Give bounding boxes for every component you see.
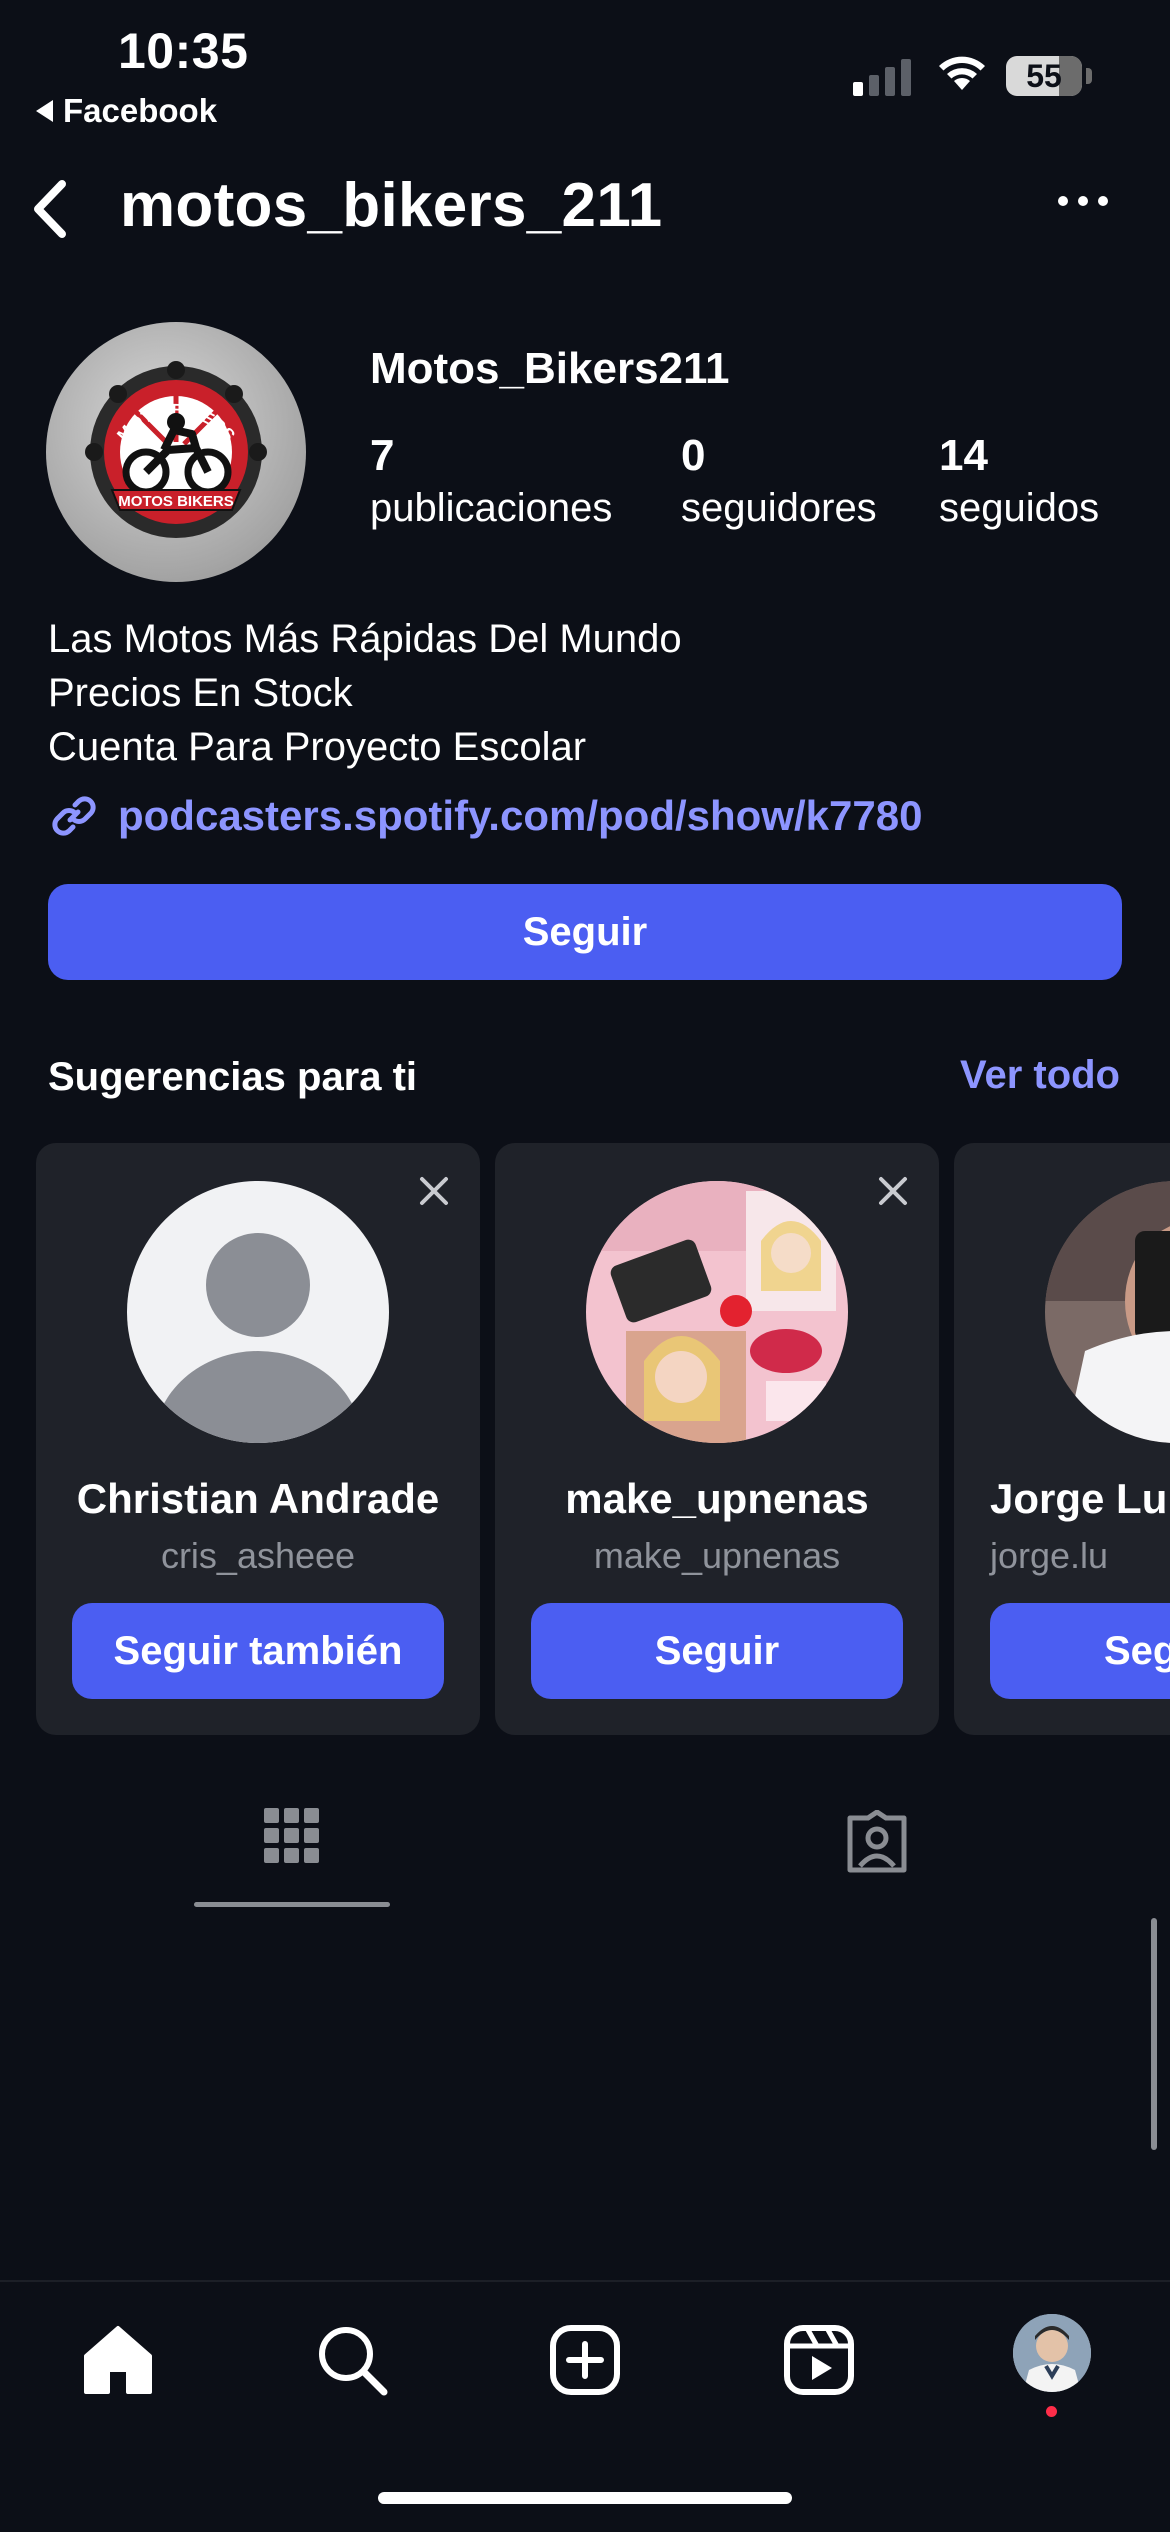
- stat-following[interactable]: 14 seguidos: [939, 430, 1099, 534]
- selfie-photo: [1045, 1181, 1170, 1443]
- moto-bikers-logo-icon: MOTO BIKERS MOTOS BIKERS: [85, 361, 267, 538]
- more-options-icon[interactable]: [1058, 196, 1108, 206]
- suggestion-handle: jorge.lu: [990, 1535, 1109, 1576]
- profile-link[interactable]: podcasters.spotify.com/pod/show/k7780: [48, 790, 922, 842]
- bottom-nav-divider: [0, 2280, 1170, 2282]
- search-icon[interactable]: [312, 2320, 392, 2400]
- follow-button[interactable]: Seg: [990, 1603, 1170, 1699]
- back-to-app-link[interactable]: Facebook: [36, 92, 217, 130]
- profile-link-text: podcasters.spotify.com/pod/show/k7780: [118, 792, 923, 839]
- close-icon[interactable]: [416, 1173, 452, 1209]
- suggestion-avatar[interactable]: [127, 1181, 389, 1443]
- create-icon[interactable]: [545, 2320, 625, 2400]
- see-all-link[interactable]: Ver todo: [960, 1053, 1120, 1098]
- grid-icon[interactable]: [264, 1808, 320, 1878]
- follow-button[interactable]: Seguir: [531, 1603, 903, 1699]
- tagged-icon[interactable]: [844, 1810, 910, 1874]
- cellular-signal-icon: [853, 58, 911, 96]
- collage-photo: [586, 1181, 848, 1443]
- home-icon[interactable]: [78, 2320, 158, 2400]
- home-indicator[interactable]: [378, 2492, 792, 2504]
- battery-icon: 55: [1006, 56, 1082, 96]
- suggestion-card[interactable]: make_upnenas make_upnenas Seguir: [495, 1143, 939, 1735]
- status-time: 10:35: [118, 23, 249, 79]
- profile-avatar-icon[interactable]: [1013, 2314, 1091, 2392]
- close-icon[interactable]: [875, 1173, 911, 1209]
- suggestion-avatar[interactable]: [1045, 1181, 1170, 1443]
- suggestion-card[interactable]: Christian Andrade cris_asheee Seguir tam…: [36, 1143, 480, 1735]
- wifi-icon: [939, 56, 985, 90]
- reels-icon[interactable]: [779, 2320, 859, 2400]
- stat-followers-label: seguidores: [681, 486, 877, 530]
- battery-level: 55: [1026, 57, 1062, 94]
- notification-dot: [1046, 2406, 1057, 2417]
- suggestion-handle: cris_asheee: [160, 1535, 356, 1576]
- nav-avatar-photo: [1013, 2314, 1091, 2392]
- suggestion-avatar[interactable]: [586, 1181, 848, 1443]
- header-username: motos_bikers_211: [120, 171, 663, 240]
- follow-button[interactable]: Seguir: [48, 884, 1122, 980]
- profile-avatar[interactable]: MOTO BIKERS MOTOS BIKERS: [46, 322, 306, 582]
- bio-line: Cuenta Para Proyecto Escolar: [48, 725, 587, 769]
- stat-following-value: 14: [939, 431, 988, 480]
- stat-posts-label: publicaciones: [370, 486, 613, 530]
- back-chevron-icon[interactable]: [24, 178, 82, 240]
- suggestion-handle: make_upnenas: [593, 1535, 841, 1576]
- suggestions-title: Sugerencias para ti: [48, 1055, 418, 1099]
- back-app-label: Facebook: [63, 92, 218, 129]
- logo-bottom-text: MOTOS BIKERS: [118, 493, 234, 510]
- profile-display-name: Motos_Bikers211: [370, 344, 730, 393]
- scrollbar[interactable]: [1151, 1918, 1157, 2150]
- stat-posts[interactable]: 7 publicaciones: [370, 430, 612, 534]
- stat-posts-value: 7: [370, 431, 395, 480]
- default-avatar-icon: [127, 1181, 389, 1443]
- suggestion-name: Christian Andrade: [76, 1475, 440, 1522]
- follow-back-button[interactable]: Seguir también: [72, 1603, 444, 1699]
- suggestion-card[interactable]: Jorge Lu jorge.lu Seg: [954, 1143, 1170, 1735]
- stat-followers-value: 0: [681, 431, 706, 480]
- suggestion-name: make_upnenas: [565, 1475, 869, 1522]
- stat-following-label: seguidos: [939, 486, 1100, 530]
- profile-bio: Las Motos Más Rápidas Del Mundo Precios …: [48, 612, 682, 774]
- stat-followers[interactable]: 0 seguidores: [681, 430, 877, 534]
- bio-line: Las Motos Más Rápidas Del Mundo: [48, 617, 682, 661]
- back-triangle-icon: [36, 100, 53, 122]
- bio-line: Precios En Stock: [48, 671, 353, 715]
- active-tab-indicator: [194, 1902, 390, 1907]
- link-icon: [52, 796, 96, 836]
- battery-tip: [1086, 68, 1092, 84]
- suggestion-name: Jorge Lu: [990, 1475, 1168, 1522]
